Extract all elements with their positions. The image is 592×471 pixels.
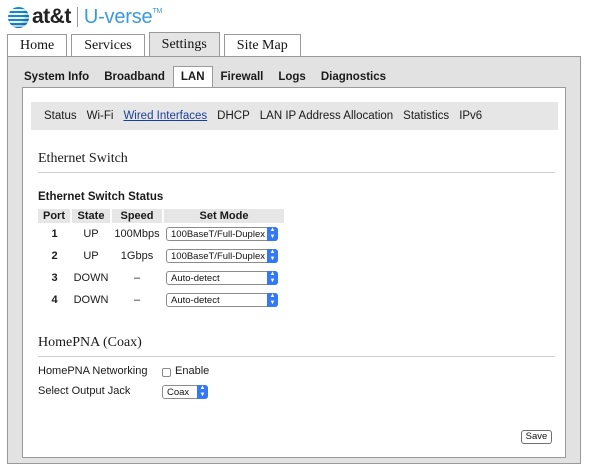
set-mode-select-port-4[interactable]: Auto-detect ▲ ▼ [166, 293, 278, 307]
brand-company: at&t [32, 5, 71, 28]
tab-firewall[interactable]: Firewall [214, 67, 271, 88]
select-chevron-icon: ▲ ▼ [267, 227, 278, 241]
ethernet-switch-table: Port State Speed Set Mode 1 UP 100Mbps 1… [38, 209, 286, 311]
ethernet-switch-title: Ethernet Switch [38, 151, 128, 166]
select-chevron-icon: ▲ ▼ [267, 293, 278, 307]
select-chevron-icon: ▲ ▼ [267, 249, 278, 263]
set-mode-cell: 100BaseT/Full-Duplex ▲ ▼ [163, 223, 285, 245]
output-jack-label: Select Output Jack [38, 385, 131, 397]
lan-nav-status[interactable]: Status [44, 110, 77, 122]
ethernet-switch-status-heading: Ethernet Switch Status [38, 191, 164, 203]
homepna-enable-checkbox[interactable] [162, 368, 171, 377]
select-value: Auto-detect [171, 273, 220, 284]
lan-nav-ipv6[interactable]: IPv6 [459, 110, 482, 122]
settings-sub-tab-bar: System Info Broadband LAN Firewall Logs … [17, 66, 394, 88]
port-state: DOWN [73, 294, 109, 306]
tab-services[interactable]: Services [71, 34, 145, 56]
tab-site-map[interactable]: Site Map [223, 34, 301, 56]
column-header-state: State [71, 209, 112, 223]
set-mode-cell: Auto-detect ▲ ▼ [163, 267, 285, 289]
lan-nav: Status Wi-Fi Wired Interfaces DHCP LAN I… [31, 102, 558, 130]
port-number: 2 [51, 250, 58, 262]
port-state: UP [83, 228, 99, 240]
select-chevron-icon: ▲ ▼ [197, 385, 208, 399]
brand-header: at&t U-verseTM [8, 4, 162, 30]
table-row: 1 UP 100Mbps 100BaseT/Full-Duplex ▲ ▼ [38, 223, 285, 245]
column-header-speed: Speed [111, 209, 164, 223]
tab-system-info[interactable]: System Info [17, 67, 96, 88]
select-value: Coax [167, 387, 190, 398]
table-row: 2 UP 1Gbps 100BaseT/Full-Duplex ▲ ▼ [38, 245, 285, 267]
section-divider [38, 356, 555, 357]
tab-home[interactable]: Home [7, 34, 68, 56]
port-number: 4 [51, 294, 58, 306]
trademark-mark: TM [152, 7, 163, 15]
brand-divider [76, 7, 78, 27]
homepna-enable-label[interactable]: Enable [175, 365, 209, 377]
output-jack-select[interactable]: Coax ▲ ▼ [162, 385, 208, 399]
brand-product: U-verseTM [83, 5, 163, 29]
set-mode-select-port-1[interactable]: 100BaseT/Full-Duplex ▲ ▼ [166, 227, 278, 241]
homepna-title: HomePNA (Coax) [38, 335, 142, 350]
lan-nav-wired-interfaces[interactable]: Wired Interfaces [123, 110, 207, 122]
set-mode-cell: 100BaseT/Full-Duplex ▲ ▼ [163, 245, 285, 267]
att-globe-icon [8, 6, 29, 28]
lan-nav-ip-allocation[interactable]: LAN IP Address Allocation [260, 110, 393, 122]
lan-content: Status Wi-Fi Wired Interfaces DHCP LAN I… [22, 87, 566, 458]
port-speed: 100Mbps [114, 228, 160, 240]
column-header-set-mode: Set Mode [163, 209, 286, 223]
lan-nav-wifi[interactable]: Wi-Fi [87, 110, 114, 122]
port-speed: – [133, 294, 141, 306]
lan-nav-statistics[interactable]: Statistics [403, 110, 449, 122]
brand-product-name: U-verse [83, 5, 153, 28]
tab-logs[interactable]: Logs [271, 67, 312, 88]
select-value: Auto-detect [171, 295, 220, 306]
set-mode-select-port-3[interactable]: Auto-detect ▲ ▼ [166, 271, 278, 285]
tab-lan[interactable]: LAN [172, 66, 213, 88]
port-state: DOWN [73, 272, 109, 284]
port-number: 1 [51, 228, 58, 240]
section-divider [38, 172, 555, 173]
select-value: 100BaseT/Full-Duplex [171, 251, 265, 262]
tab-settings[interactable]: Settings [148, 32, 220, 56]
homepna-networking-label: HomePNA Networking [38, 365, 148, 377]
save-button[interactable]: Save [521, 430, 552, 444]
select-value: 100BaseT/Full-Duplex [171, 229, 265, 240]
tab-diagnostics[interactable]: Diagnostics [314, 67, 393, 88]
settings-panel: System Info Broadband LAN Firewall Logs … [7, 56, 581, 464]
port-speed: – [133, 272, 141, 284]
port-state: UP [83, 250, 99, 262]
select-chevron-icon: ▲ ▼ [267, 271, 278, 285]
tab-broadband[interactable]: Broadband [97, 67, 172, 88]
main-tab-bar: Home Services Settings Site Map [7, 32, 305, 56]
set-mode-cell: Auto-detect ▲ ▼ [163, 289, 285, 311]
port-number: 3 [51, 272, 58, 284]
table-header-row: Port State Speed Set Mode [38, 209, 286, 223]
port-speed: 1Gbps [120, 250, 154, 262]
table-row: 4 DOWN – Auto-detect ▲ ▼ [38, 289, 285, 311]
column-header-port: Port [38, 209, 72, 223]
set-mode-select-port-2[interactable]: 100BaseT/Full-Duplex ▲ ▼ [166, 249, 278, 263]
lan-nav-dhcp[interactable]: DHCP [217, 110, 250, 122]
table-row: 3 DOWN – Auto-detect ▲ ▼ [38, 267, 285, 289]
